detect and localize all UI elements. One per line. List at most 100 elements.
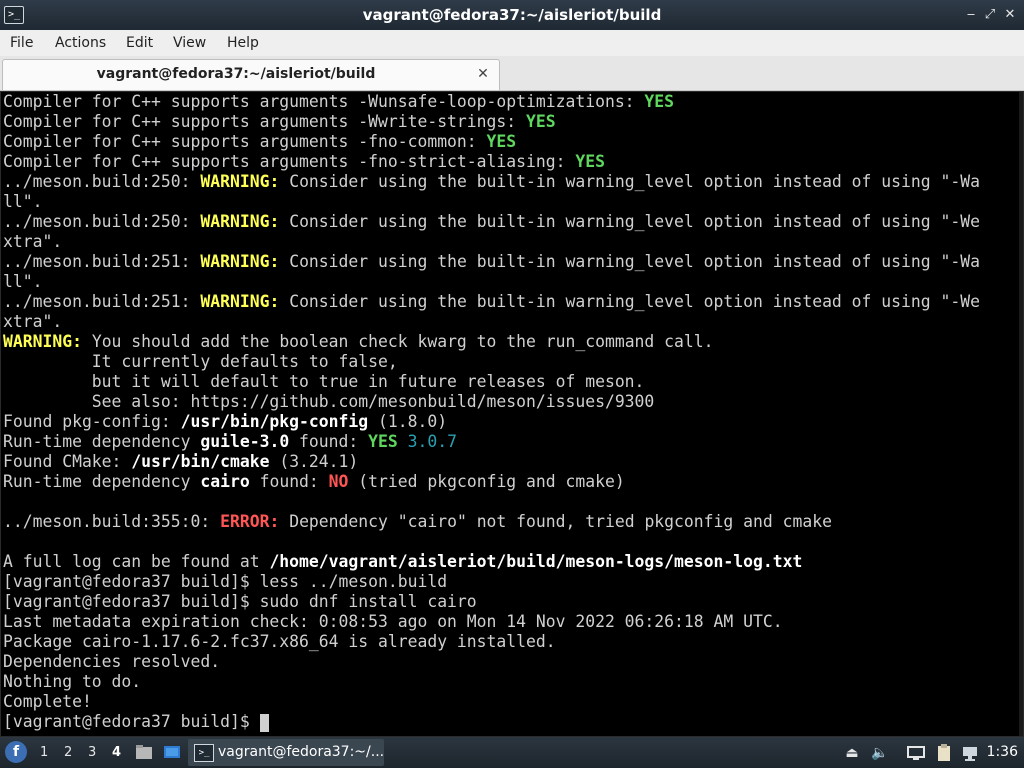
menu-file[interactable]: File: [10, 30, 33, 56]
terminal-text: WARNING:: [200, 252, 280, 271]
terminal-line: ll".: [3, 192, 42, 212]
terminal-cursor: [259, 713, 269, 732]
menu-bar: File Actions Edit View Help: [0, 30, 1024, 56]
terminal-text: YES: [486, 132, 517, 151]
terminal-line: [vagrant@fedora37 build]$: [3, 712, 269, 732]
terminal-icon: >_: [194, 744, 214, 762]
minimize-button[interactable]: ‒: [962, 6, 980, 24]
terminal-text: You should add the boolean check kwarg t…: [81, 332, 714, 351]
desktop-icon[interactable]: [162, 743, 182, 761]
terminal-line: Package cairo-1.17.6-2.fc37.x86_64 is al…: [3, 632, 556, 652]
terminal-text: YES: [368, 432, 398, 451]
terminal-text: Consider using the built-in warning_leve…: [279, 212, 980, 231]
terminal-text: found:: [289, 432, 369, 451]
clipboard-icon[interactable]: [934, 743, 954, 763]
window-titlebar[interactable]: >_ vagrant@fedora37:~/aisleriot/build ‒ …: [0, 0, 1024, 30]
terminal-text: found:: [249, 472, 329, 491]
terminal-text: WARNING:: [200, 172, 280, 191]
terminal-text: /home/vagrant/aisleriot/build/meson-logs…: [269, 552, 803, 571]
terminal-text: ../meson.build:251:: [3, 292, 201, 311]
network-icon[interactable]: [960, 743, 980, 763]
clock[interactable]: 1:36: [987, 737, 1018, 768]
terminal-line: Compiler for C++ supports arguments -Wun…: [3, 92, 674, 112]
taskbar-task-terminal[interactable]: >_ vagrant@fedora37:~/...: [188, 739, 384, 766]
terminal-text: Dependencies resolved.: [3, 652, 221, 671]
terminal-text: (1.8.0): [368, 412, 448, 431]
workspace-3[interactable]: 3: [88, 737, 96, 768]
restore-button[interactable]: ⤢: [981, 6, 999, 24]
terminal-text: Consider using the built-in warning_leve…: [279, 172, 980, 191]
terminal-line: ../meson.build:251: WARNING: Consider us…: [3, 252, 980, 272]
terminal-line: A full log can be found at /home/vagrant…: [3, 552, 802, 572]
terminal-line: WARNING: You should add the boolean chec…: [3, 332, 714, 352]
terminal-text: /usr/bin/pkg-config: [180, 412, 369, 431]
tab-strip: vagrant@fedora37:~/aisleriot/build ✕: [0, 56, 1024, 91]
terminal-line: Run-time dependency cairo found: NO (tri…: [3, 472, 625, 492]
terminal-text: [vagrant@fedora37 build]$: [3, 712, 260, 731]
terminal-text: NO: [328, 472, 349, 491]
terminal-line: xtra".: [3, 232, 62, 252]
menu-edit[interactable]: Edit: [126, 30, 153, 56]
terminal-line: It currently defaults to false,: [3, 352, 398, 372]
terminal-line: Nothing to do.: [3, 672, 141, 692]
close-button[interactable]: ✕: [1001, 6, 1019, 24]
window-title: vagrant@fedora37:~/aisleriot/build: [362, 6, 662, 24]
terminal-text: YES: [644, 92, 675, 111]
terminal-output[interactable]: Compiler for C++ supports arguments -Wun…: [0, 91, 1024, 737]
terminal-line: xtra".: [3, 312, 62, 332]
terminal-text: Compiler for C++ supports arguments -Wun…: [3, 92, 645, 111]
workspace-1[interactable]: 1: [40, 737, 48, 768]
terminal-text: It currently defaults to false,: [3, 352, 398, 371]
menu-view[interactable]: View: [173, 30, 206, 56]
terminal-line: Dependencies resolved.: [3, 652, 220, 672]
terminal-line: [vagrant@fedora37 build]$ less ../meson.…: [3, 572, 447, 592]
terminal-text: YES: [575, 152, 605, 171]
terminal-text: ll".: [3, 192, 43, 211]
terminal-text: ../meson.build:250:: [3, 172, 201, 191]
tab-label: vagrant@fedora37:~/aisleriot/build: [96, 66, 376, 82]
terminal-text: Dependency "cairo" not found, tried pkgc…: [279, 512, 832, 531]
terminal-text: guile-3.0: [200, 432, 290, 451]
terminal-line: Compiler for C++ supports arguments -fno…: [3, 152, 605, 172]
terminal-line: Found CMake: /usr/bin/cmake (3.24.1): [3, 452, 358, 472]
terminal-line: Last metadata expiration check: 0:08:53 …: [3, 612, 783, 632]
terminal-text: 3.0.7: [407, 432, 457, 451]
terminal-text: Complete!: [3, 692, 92, 711]
workspace-4[interactable]: 4: [112, 737, 121, 768]
terminal-line: Complete!: [3, 692, 92, 712]
terminal-text: WARNING:: [3, 332, 82, 351]
terminal-scrollbar[interactable]: [1019, 92, 1023, 736]
terminal-line: but it will default to true in future re…: [3, 372, 645, 392]
terminal-text: Run-time dependency: [3, 472, 201, 491]
menu-actions[interactable]: Actions: [55, 30, 106, 56]
display-icon[interactable]: [906, 743, 926, 763]
terminal-line: ../meson.build:355:0: ERROR: Dependency …: [3, 512, 832, 532]
terminal-text: xtra".: [3, 312, 63, 331]
tab-terminal[interactable]: vagrant@fedora37:~/aisleriot/build ✕: [2, 59, 500, 90]
terminal-line: Found pkg-config: /usr/bin/pkg-config (1…: [3, 412, 447, 432]
terminal-text: /usr/bin/cmake: [131, 452, 270, 471]
menu-help[interactable]: Help: [227, 30, 259, 56]
volume-icon[interactable]: 🔈: [870, 743, 890, 763]
terminal-text: Compiler for C++ supports arguments -fno…: [3, 132, 487, 151]
terminal-text: ERROR:: [220, 512, 280, 531]
fedora-logo-icon[interactable]: f: [5, 741, 27, 763]
workspace-2[interactable]: 2: [64, 737, 72, 768]
terminal-text: Compiler for C++ supports arguments -Wwr…: [3, 112, 527, 131]
eject-icon[interactable]: ⏏: [842, 743, 862, 763]
terminal-text: xtra".: [3, 232, 63, 251]
file-manager-icon[interactable]: [134, 743, 154, 761]
task-label: vagrant@fedora37:~/...: [218, 744, 385, 760]
terminal-text: ll".: [3, 272, 43, 291]
terminal-text: ../meson.build:250:: [3, 212, 201, 231]
terminal-text: [vagrant@fedora37 build]$ less ../meson.…: [3, 572, 448, 591]
terminal-text: [vagrant@fedora37 build]$ sudo dnf insta…: [3, 592, 477, 611]
terminal-text: Found CMake:: [3, 452, 132, 471]
terminal-line: Compiler for C++ supports arguments -Wwr…: [3, 112, 556, 132]
terminal-text: cairo: [200, 472, 250, 491]
terminal-text: WARNING:: [200, 212, 280, 231]
terminal-line: ll".: [3, 272, 42, 292]
tab-close-icon[interactable]: ✕: [475, 66, 491, 82]
terminal-text: WARNING:: [200, 292, 280, 311]
terminal-text: (tried pkgconfig and cmake): [348, 472, 625, 491]
